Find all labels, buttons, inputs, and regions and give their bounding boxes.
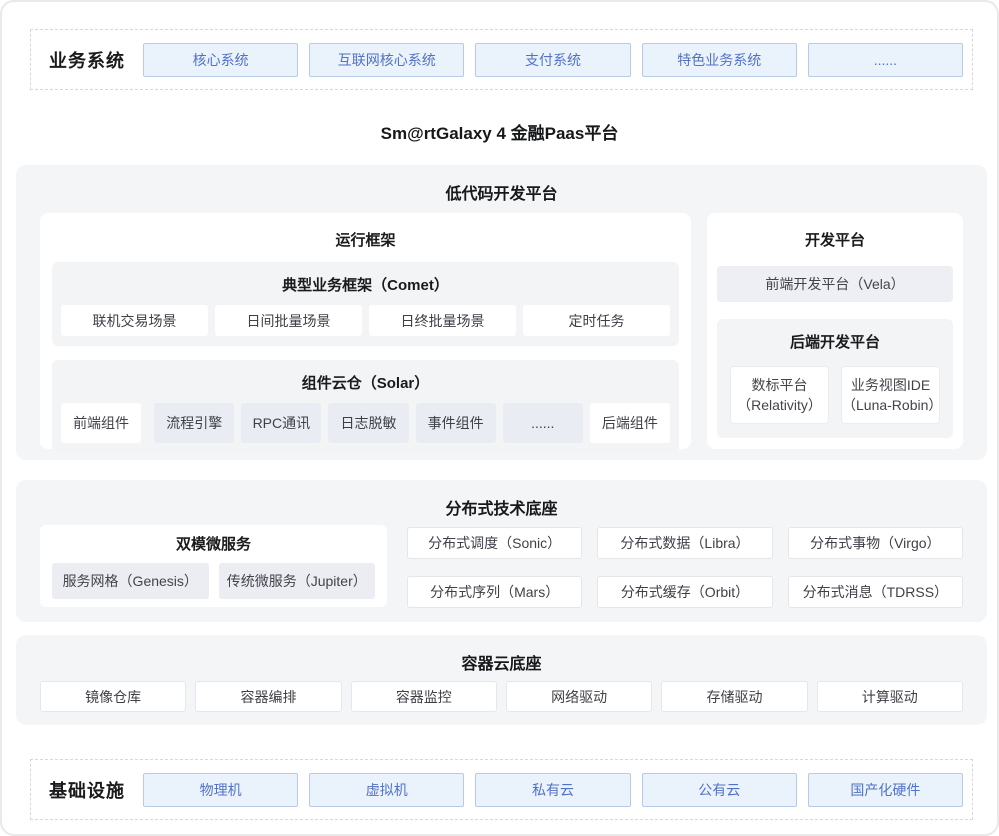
comet-tile-intraday-batch: 日间批量场景 xyxy=(215,305,362,336)
container-orchestration-tile: 容器编排 xyxy=(195,681,341,712)
infrastructure-items: 物理机 虚拟机 私有云 公有云 国产化硬件 xyxy=(143,773,972,807)
comet-tile-scheduled-task: 定时任务 xyxy=(523,305,670,336)
solar-tile-more: ...... xyxy=(503,403,583,443)
container-cloud-section: 容器云底座 镜像仓库 容器编排 容器监控 网络驱动 存储驱动 计算驱动 xyxy=(16,635,987,725)
luna-robin-ide-tile: 业务视图IDE （Luna-Robin） xyxy=(841,366,940,424)
solar-component-strip: 组件云仓（Solar） 前端组件 流程引擎 RPC通讯 日志脱敏 事件组件 ..… xyxy=(52,360,679,453)
container-cloud-title: 容器云底座 xyxy=(16,635,987,674)
backend-dev-platform-title: 后端开发平台 xyxy=(730,329,940,362)
relativity-line1: 数标平台 xyxy=(752,375,808,395)
network-driver-tile: 网络驱动 xyxy=(506,681,652,712)
business-system-core: 核心系统 xyxy=(143,43,298,77)
comet-framework-strip: 典型业务框架（Comet） 联机交易场景 日间批量场景 日终批量场景 定时任务 xyxy=(52,262,679,346)
public-cloud-tile: 公有云 xyxy=(642,773,797,807)
storage-driver-tile: 存储驱动 xyxy=(661,681,807,712)
virtual-machine-tile: 虚拟机 xyxy=(309,773,464,807)
comet-tile-online-trade: 联机交易场景 xyxy=(61,305,208,336)
container-monitoring-tile: 容器监控 xyxy=(351,681,497,712)
luna-robin-line2: （Luna-Robin） xyxy=(842,395,939,415)
distributed-scheduling-sonic-tile: 分布式调度（Sonic） xyxy=(407,527,582,559)
comet-tile-eod-batch: 日终批量场景 xyxy=(369,305,516,336)
dual-mode-microservice-box: 双模微服务 服务网格（Genesis） 传统微服务（Jupiter） xyxy=(40,525,387,607)
lowcode-section-title: 低代码开发平台 xyxy=(16,165,987,204)
solar-tile-frontend-components: 前端组件 xyxy=(61,403,141,443)
lowcode-section: 低代码开发平台 运行框架 典型业务框架（Comet） 联机交易场景 日间批量场景… xyxy=(16,165,987,460)
luna-robin-line1: 业务视图IDE xyxy=(851,375,930,395)
distributed-message-tdrss-tile: 分布式消息（TDRSS） xyxy=(788,576,963,608)
distributed-transaction-virgo-tile: 分布式事物（Virgo） xyxy=(788,527,963,559)
distributed-section: 分布式技术底座 双模微服务 服务网格（Genesis） 传统微服务（Jupite… xyxy=(16,480,987,622)
service-mesh-genesis-tile: 服务网格（Genesis） xyxy=(52,563,209,599)
page-title: Sm@rtGalaxy 4 金融Paas平台 xyxy=(2,119,997,144)
solar-tile-rpc: RPC通讯 xyxy=(241,403,321,443)
image-registry-tile: 镜像仓库 xyxy=(40,681,186,712)
infrastructure-row: 基础设施 物理机 虚拟机 私有云 公有云 国产化硬件 xyxy=(30,759,973,820)
solar-tile-log-masking: 日志脱敏 xyxy=(328,403,408,443)
backend-dev-platform-box: 后端开发平台 数标平台 （Relativity） 业务视图IDE （Luna-R… xyxy=(717,319,953,438)
infrastructure-label: 基础设施 xyxy=(31,777,143,803)
distributed-section-title: 分布式技术底座 xyxy=(16,480,987,519)
lowcode-body: 运行框架 典型业务框架（Comet） 联机交易场景 日间批量场景 日终批量场景 … xyxy=(40,213,963,449)
dual-mode-title: 双模微服务 xyxy=(52,533,375,563)
container-cloud-tiles: 镜像仓库 容器编排 容器监控 网络驱动 存储驱动 计算驱动 xyxy=(40,681,963,712)
relativity-platform-tile: 数标平台 （Relativity） xyxy=(730,366,829,424)
business-system-special: 特色业务系统 xyxy=(642,43,797,77)
runtime-framework-title: 运行框架 xyxy=(52,225,679,262)
business-systems-label: 业务系统 xyxy=(31,47,143,73)
distributed-sequence-mars-tile: 分布式序列（Mars） xyxy=(407,576,582,608)
distributed-tiles-grid: 分布式调度（Sonic） 分布式数据（Libra） 分布式事物（Virgo） 分… xyxy=(407,527,963,608)
solar-tile-event-components: 事件组件 xyxy=(416,403,496,443)
solar-tile-backend-components: 后端组件 xyxy=(590,403,670,443)
business-systems-row: 业务系统 核心系统 互联网核心系统 支付系统 特色业务系统 ...... xyxy=(30,29,973,90)
dual-mode-tiles: 服务网格（Genesis） 传统微服务（Jupiter） xyxy=(52,563,375,599)
physical-machine-tile: 物理机 xyxy=(143,773,298,807)
distributed-cache-orbit-tile: 分布式缓存（Orbit） xyxy=(597,576,772,608)
runtime-framework-box: 运行框架 典型业务框架（Comet） 联机交易场景 日间批量场景 日终批量场景 … xyxy=(40,213,691,449)
distributed-data-libra-tile: 分布式数据（Libra） xyxy=(597,527,772,559)
comet-tiles: 联机交易场景 日间批量场景 日终批量场景 定时任务 xyxy=(61,305,670,336)
diagram-frame: 业务系统 核心系统 互联网核心系统 支付系统 特色业务系统 ...... Sm@… xyxy=(0,0,999,836)
domestic-hardware-tile: 国产化硬件 xyxy=(808,773,963,807)
traditional-microservice-jupiter-tile: 传统微服务（Jupiter） xyxy=(219,563,376,599)
solar-tiles: 前端组件 流程引擎 RPC通讯 日志脱敏 事件组件 ...... 后端组件 xyxy=(61,403,670,443)
backend-dev-platform-tiles: 数标平台 （Relativity） 业务视图IDE （Luna-Robin） xyxy=(730,366,940,424)
frontend-dev-platform-vela-tile: 前端开发平台（Vela） xyxy=(717,266,953,302)
dev-platform-box: 开发平台 前端开发平台（Vela） 后端开发平台 数标平台 （Relativit… xyxy=(707,213,963,449)
private-cloud-tile: 私有云 xyxy=(475,773,630,807)
business-system-internet-core: 互联网核心系统 xyxy=(309,43,464,77)
dev-platform-title: 开发平台 xyxy=(717,225,953,262)
business-system-payment: 支付系统 xyxy=(475,43,630,77)
business-system-more: ...... xyxy=(808,43,963,77)
comet-framework-title: 典型业务框架（Comet） xyxy=(61,272,670,305)
compute-driver-tile: 计算驱动 xyxy=(817,681,963,712)
relativity-line2: （Relativity） xyxy=(737,395,822,415)
solar-component-title: 组件云仓（Solar） xyxy=(61,370,670,403)
solar-tile-process-engine: 流程引擎 xyxy=(154,403,234,443)
business-systems-items: 核心系统 互联网核心系统 支付系统 特色业务系统 ...... xyxy=(143,43,972,77)
